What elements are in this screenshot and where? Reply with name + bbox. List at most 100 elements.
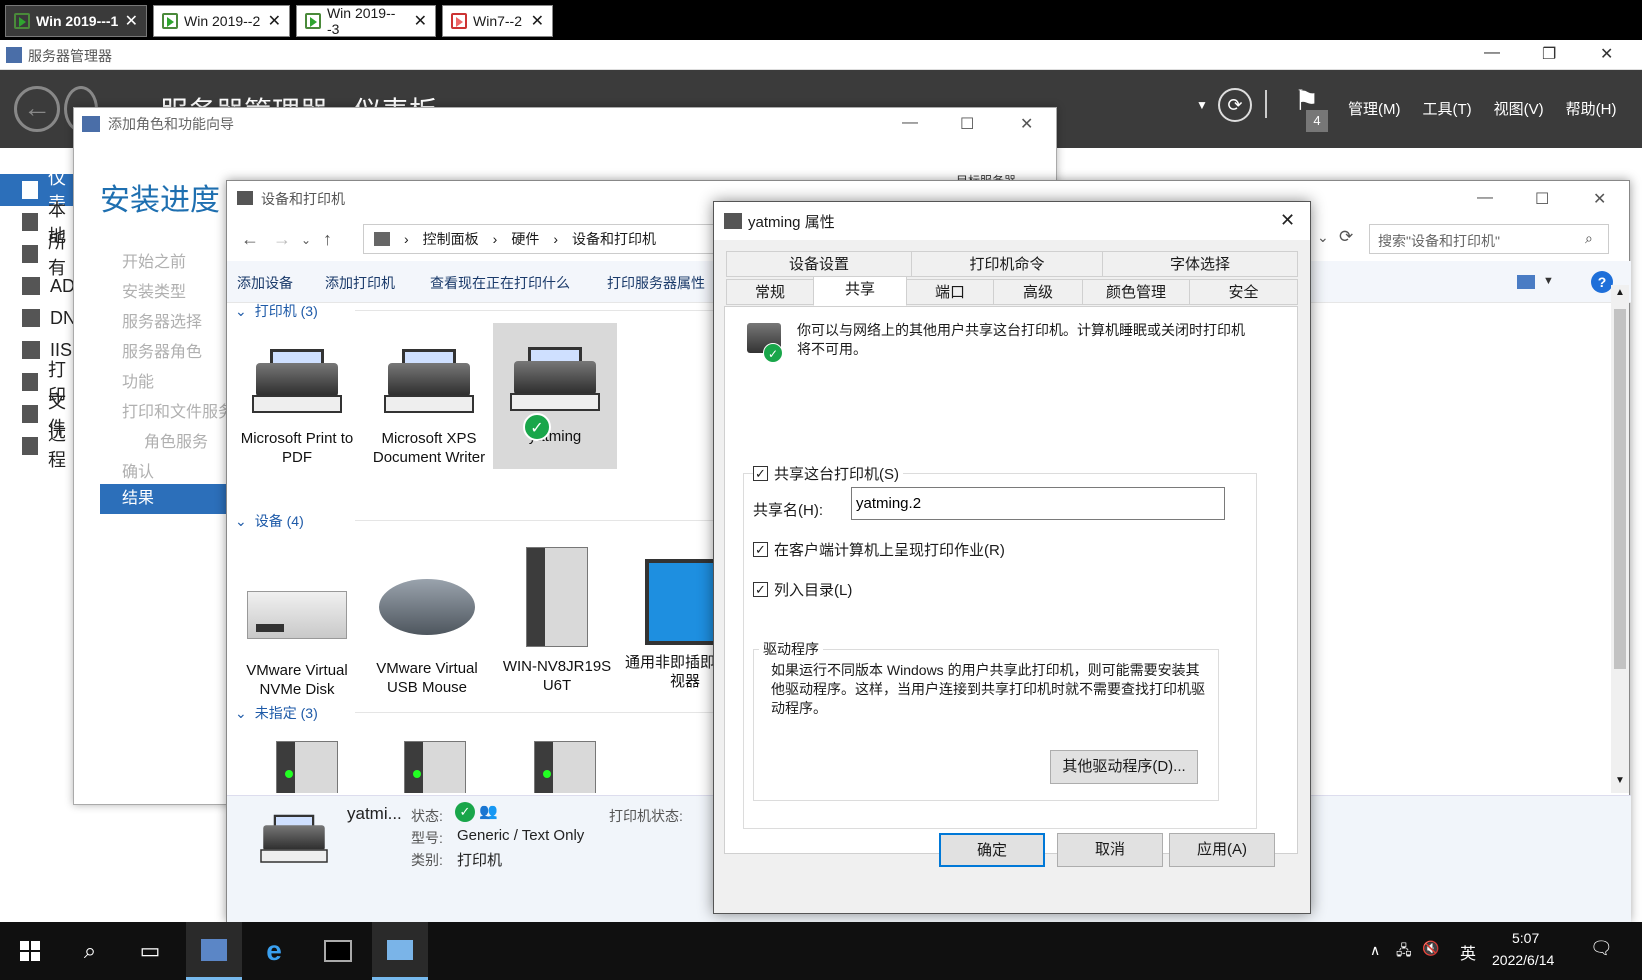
group-devices[interactable]: ⌄ 设备 (4) (235, 511, 1101, 531)
see-printing-button[interactable]: 查看现在正在打印什么 (430, 273, 570, 293)
network-icon[interactable]: 🖧 (1396, 940, 1412, 964)
step-print-file-services[interactable]: 打印和文件服务 (122, 398, 234, 422)
step-confirm[interactable]: 确认 (122, 458, 154, 482)
sidebar-item-ad[interactable]: AD (0, 270, 80, 302)
minimize-icon[interactable]: — (902, 114, 918, 132)
search-button[interactable]: ⌕ (62, 922, 118, 980)
tab-printer-commands[interactable]: 打印机命令 (911, 251, 1103, 277)
vm-tab-2[interactable]: Win 2019--2 ✕ (153, 5, 290, 37)
close-icon[interactable]: ✕ (268, 11, 281, 31)
recent-chevron-icon[interactable]: ⌄ (301, 233, 311, 247)
unspecified-device[interactable] (245, 723, 369, 793)
address-dropdown-icon[interactable]: ⌄ (1317, 229, 1329, 246)
device-usb-mouse[interactable]: VMware Virtual USB Mouse (365, 535, 489, 697)
tab-general[interactable]: 常规 (726, 279, 814, 305)
restore-icon[interactable]: ❐ (1542, 44, 1556, 64)
share-name-input[interactable] (851, 487, 1225, 520)
refresh-icon[interactable]: ⟳ (1218, 88, 1252, 122)
render-jobs-checkbox[interactable]: ✓ 在客户端计算机上呈现打印作业(R) (753, 539, 1005, 560)
taskbar-command-prompt[interactable] (310, 922, 366, 980)
vm-tab-3[interactable]: Win 2019---3 ✕ (296, 5, 436, 37)
back-icon[interactable]: ← (14, 86, 60, 132)
close-icon[interactable]: ✕ (531, 11, 544, 31)
step-before-begin[interactable]: 开始之前 (122, 248, 186, 272)
forward-arrow-icon[interactable]: → (273, 229, 291, 250)
back-arrow-icon[interactable]: ← (241, 229, 259, 250)
maximize-icon[interactable]: ☐ (960, 114, 974, 134)
breadcrumb-devices[interactable]: 设备和打印机 (572, 229, 656, 249)
sidebar-item-remote[interactable]: 远程 (0, 424, 80, 470)
list-in-directory-checkbox[interactable]: ✓ 列入目录(L) (753, 579, 852, 600)
notifications-icon[interactable]: 🗨 (1590, 938, 1613, 959)
refresh-icon[interactable]: ⟳ (1339, 227, 1353, 247)
vertical-scrollbar[interactable]: ▲ ▼ (1611, 285, 1629, 793)
print-server-properties-button[interactable]: 打印服务器属性 (607, 273, 705, 293)
unspecified-device[interactable] (373, 723, 497, 793)
group-unspecified[interactable]: ⌄ 未指定 (3) (235, 703, 1115, 723)
taskbar-server-manager[interactable] (186, 922, 242, 980)
minimize-icon[interactable]: — (1477, 189, 1493, 207)
vm-tab-1[interactable]: Win 2019---1 ✕ (5, 5, 147, 37)
clock-date[interactable]: 2022/6/14 (1492, 952, 1554, 968)
close-icon[interactable]: ✕ (414, 11, 427, 31)
scroll-down-icon[interactable]: ▼ (1615, 775, 1625, 786)
printer-microsoft-xps-writer[interactable]: Microsoft XPS Document Writer (367, 325, 491, 467)
view-options-icon[interactable] (1517, 275, 1535, 289)
taskbar-internet-explorer[interactable]: e (246, 922, 302, 980)
scroll-thumb[interactable] (1614, 309, 1626, 669)
ime-indicator[interactable]: 英 (1460, 940, 1476, 964)
close-icon[interactable]: ✕ (1020, 114, 1033, 134)
chevron-down-icon[interactable]: ▼ (1543, 275, 1554, 287)
breadcrumb-control-panel[interactable]: 控制面板 (423, 229, 479, 249)
vm-tab-4[interactable]: Win7--2 ✕ (442, 5, 553, 37)
device-nvme-disk[interactable]: VMware Virtual NVMe Disk (235, 535, 359, 699)
close-icon[interactable]: ✕ (1600, 44, 1613, 64)
apply-button[interactable]: 应用(A) (1169, 833, 1275, 867)
show-hidden-icons-icon[interactable]: ∧ (1370, 942, 1380, 959)
menu-tools[interactable]: 工具(T) (1423, 98, 1472, 119)
printer-microsoft-print-to-pdf[interactable]: Microsoft Print to PDF (235, 325, 359, 467)
clock-time[interactable]: 5:07 (1512, 930, 1539, 946)
close-icon[interactable]: ✕ (1593, 189, 1606, 209)
task-view-button[interactable]: ▭ (122, 922, 178, 980)
volume-muted-icon[interactable]: 🔇 (1422, 940, 1439, 957)
scroll-up-icon[interactable]: ▲ (1615, 287, 1625, 298)
tab-sharing[interactable]: 共享 (813, 276, 907, 306)
tab-ports[interactable]: 端口 (906, 279, 994, 305)
chevron-down-icon[interactable]: ▼ (1196, 98, 1208, 112)
share-printer-checkbox[interactable]: ✓ 共享这台打印机(S) (753, 463, 903, 484)
cancel-button[interactable]: 取消 (1057, 833, 1163, 867)
step-role-services[interactable]: 角色服务 (144, 428, 208, 452)
step-features[interactable]: 功能 (122, 368, 154, 392)
tab-color-management[interactable]: 颜色管理 (1082, 279, 1190, 305)
sidebar-item-all-servers[interactable]: 所有 (0, 232, 80, 278)
add-printer-button[interactable]: 添加打印机 (325, 273, 395, 293)
step-server-select[interactable]: 服务器选择 (122, 308, 202, 332)
close-icon[interactable]: ✕ (125, 11, 138, 31)
help-icon[interactable]: ? (1591, 271, 1613, 293)
group-printers[interactable]: ⌄ 打印机 (3) (235, 301, 1115, 321)
menu-view[interactable]: 视图(V) (1494, 98, 1544, 119)
minimize-icon[interactable]: — (1484, 44, 1500, 62)
up-arrow-icon[interactable]: ↑ (323, 229, 332, 250)
breadcrumb-hardware[interactable]: 硬件 (511, 229, 539, 249)
taskbar-control-panel[interactable] (372, 922, 428, 980)
menu-manage[interactable]: 管理(M) (1348, 98, 1401, 119)
step-install-type[interactable]: 安装类型 (122, 278, 186, 302)
unspecified-device[interactable] (503, 723, 627, 793)
tab-advanced[interactable]: 高级 (993, 279, 1083, 305)
add-device-button[interactable]: 添加设备 (237, 273, 293, 293)
menu-help[interactable]: 帮助(H) (1566, 98, 1617, 119)
step-server-roles[interactable]: 服务器角色 (122, 338, 202, 362)
search-input[interactable]: 搜索"设备和打印机" (1369, 224, 1609, 254)
tab-device-settings[interactable]: 设备设置 (726, 251, 912, 277)
maximize-icon[interactable]: ☐ (1535, 189, 1549, 209)
other-drivers-button[interactable]: 其他驱动程序(D)... (1050, 750, 1198, 784)
sidebar-item-dns[interactable]: DN (0, 302, 80, 334)
printer-yatming[interactable]: ✓ yatming (493, 323, 617, 469)
ok-button[interactable]: 确定 (939, 833, 1045, 867)
start-button[interactable] (2, 922, 58, 980)
tab-font-selection[interactable]: 字体选择 (1102, 251, 1298, 277)
tab-security[interactable]: 安全 (1189, 279, 1298, 305)
close-icon[interactable]: ✕ (1280, 210, 1295, 231)
